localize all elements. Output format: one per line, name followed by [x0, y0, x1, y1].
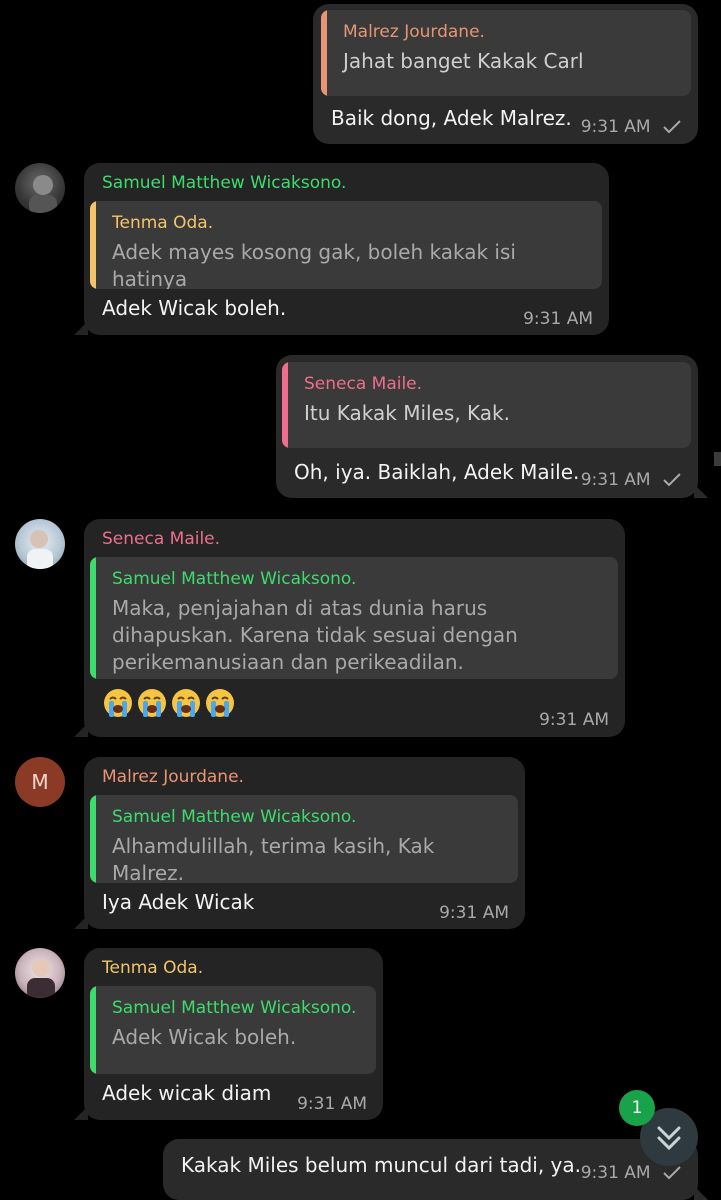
message-text: Kakak Miles belum muncul dari tadi, ya. [181, 1153, 581, 1177]
quote-text: Alhamdulillah, terima kasih, Kak Malrez. [112, 834, 435, 883]
sender-name[interactable]: Malrez Jourdane. [102, 767, 244, 787]
avatar[interactable] [15, 948, 65, 998]
avatar-photo-icon [27, 959, 55, 998]
sender-name[interactable]: Seneca Maile. [102, 529, 220, 549]
reply-quote[interactable]: Samuel Matthew Wicaksono. Alhamdulillah,… [90, 795, 518, 883]
quote-accent-bar [90, 986, 96, 1074]
loudly-crying-face-icon [104, 689, 132, 717]
quote-text: Jahat banget Kakak Carl [343, 49, 584, 73]
quote-text: Adek mayes kosong gak, boleh kakak isi h… [112, 240, 516, 289]
quote-accent-bar [90, 557, 96, 679]
time-label: 9:31 AM [580, 470, 651, 490]
sender-name[interactable]: Samuel Matthew Wicaksono. [102, 173, 346, 193]
check-icon [663, 120, 681, 134]
avatar-initial: M [31, 770, 49, 794]
quote-text: Itu Kakak Miles, Kak. [304, 401, 510, 425]
scrollbar-thumb[interactable] [714, 452, 721, 466]
message-text: Adek wicak diam [102, 1081, 272, 1105]
message-text: Baik dong, Adek Malrez. [331, 106, 572, 130]
quote-accent-bar [90, 795, 96, 883]
avatar-photo-icon [27, 530, 53, 569]
check-icon [663, 1166, 681, 1180]
message-text: Iya Adek Wicak [102, 890, 255, 914]
avatar-photo-icon [29, 175, 57, 213]
quote-sender-name: Seneca Maile. [304, 374, 423, 394]
quote-sender-name: Samuel Matthew Wicaksono. [112, 807, 357, 827]
loudly-crying-face-icon [206, 689, 234, 717]
loudly-crying-face-icon [138, 689, 166, 717]
avatar[interactable]: M [15, 757, 65, 807]
message-bubble-incoming[interactable]: Malrez Jourdane. Samuel Matthew Wicakson… [74, 757, 525, 929]
message-time: 9:31 AM [581, 117, 682, 137]
message-time: 9:31 AM [581, 1163, 682, 1183]
loudly-crying-face-icon [172, 689, 200, 717]
message-bubble-incoming[interactable]: Samuel Matthew Wicaksono. Tenma Oda. Ade… [74, 163, 609, 335]
avatar[interactable] [15, 519, 65, 569]
reply-quote[interactable]: Samuel Matthew Wicaksono. Adek Wicak bol… [90, 986, 376, 1074]
message-time: 9:31 AM [523, 309, 593, 329]
quote-sender-name: Malrez Jourdane. [343, 22, 485, 42]
time-label: 9:31 AM [580, 1163, 651, 1183]
message-bubble-outgoing[interactable]: Kakak Miles belum muncul dari tadi, ya. … [163, 1139, 708, 1200]
time-label: 9:31 AM [580, 117, 651, 137]
quote-accent-bar [321, 10, 327, 96]
message-bubble-incoming[interactable]: Tenma Oda. Samuel Matthew Wicaksono. Ade… [74, 948, 383, 1120]
quote-sender-name: Samuel Matthew Wicaksono. [112, 998, 357, 1018]
sender-name[interactable]: Tenma Oda. [102, 958, 203, 978]
unread-count-badge: 1 [619, 1090, 655, 1126]
message-bubble-outgoing[interactable]: Seneca Maile. Itu Kakak Miles, Kak. Oh, … [276, 355, 708, 498]
message-time: 9:31 AM [581, 470, 682, 490]
quote-text: Maka, penjajahan di atas dunia harus dih… [112, 596, 518, 674]
message-bubble-incoming[interactable]: Seneca Maile. Samuel Matthew Wicaksono. … [74, 519, 625, 737]
quote-sender-name: Tenma Oda. [112, 213, 214, 233]
reply-quote[interactable]: Tenma Oda. Adek mayes kosong gak, boleh … [90, 201, 602, 289]
message-text: Oh, iya. Baiklah, Adek Maile. [294, 460, 580, 484]
message-time: 9:31 AM [297, 1094, 367, 1114]
message-bubble-outgoing[interactable]: Malrez Jourdane. Jahat banget Kakak Carl… [313, 4, 698, 144]
message-time: 9:31 AM [439, 903, 509, 923]
quote-text: Adek Wicak boleh. [112, 1025, 297, 1049]
quote-accent-bar [282, 362, 288, 448]
reply-quote[interactable]: Seneca Maile. Itu Kakak Miles, Kak. [282, 362, 691, 448]
reply-quote[interactable]: Samuel Matthew Wicaksono. Maka, penjajah… [90, 557, 618, 679]
reply-quote[interactable]: Malrez Jourdane. Jahat banget Kakak Carl [321, 10, 691, 96]
message-text: Adek Wicak boleh. [102, 296, 287, 320]
check-icon [663, 473, 681, 487]
avatar[interactable] [15, 163, 65, 213]
quote-accent-bar [90, 201, 96, 289]
message-time: 9:31 AM [539, 710, 609, 730]
emoji-row [102, 687, 238, 719]
quote-sender-name: Samuel Matthew Wicaksono. [112, 569, 357, 589]
